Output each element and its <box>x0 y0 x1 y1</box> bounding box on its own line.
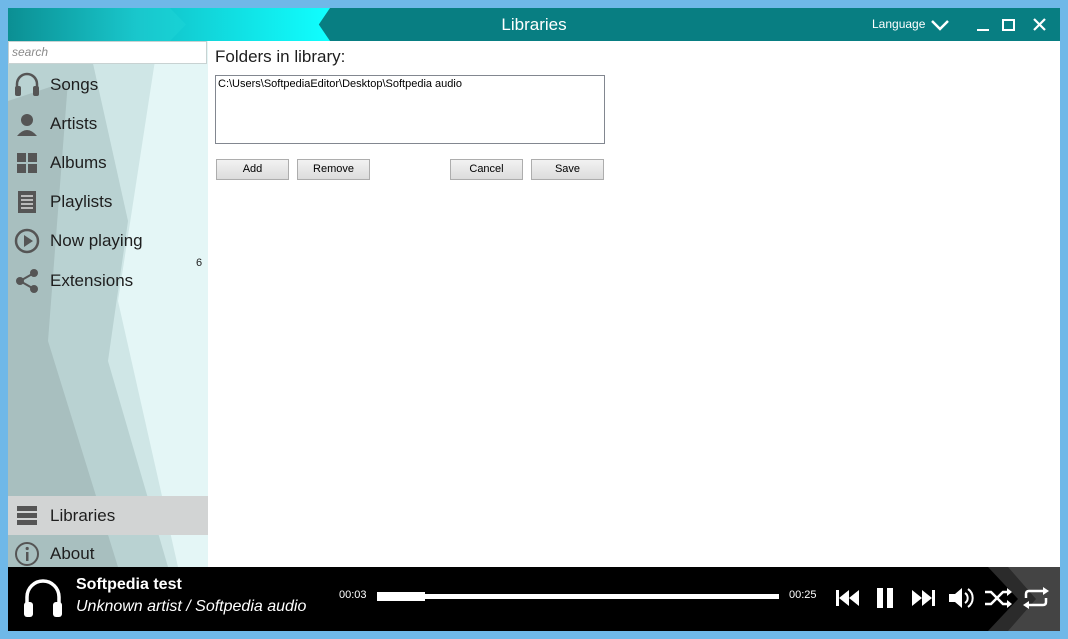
list-item[interactable]: C:\Users\SoftpediaEditor\Desktop\Softped… <box>218 78 462 90</box>
headphones-icon <box>15 72 39 96</box>
sidebar-item-label: Artists <box>50 114 98 133</box>
folders-listbox[interactable]: C:\Users\SoftpediaEditor\Desktop\Softped… <box>215 75 605 144</box>
search-input[interactable]: search <box>8 41 207 64</box>
sidebar-item-artists[interactable]: Artists <box>8 105 208 143</box>
track-title: Softpedia test <box>76 576 182 593</box>
add-button[interactable]: Add <box>216 159 289 180</box>
headphones-icon <box>24 579 62 617</box>
sidebar-item-label: Now playing <box>50 231 143 250</box>
maximize-icon[interactable] <box>1000 16 1018 34</box>
play-circle-icon <box>14 228 40 254</box>
sidebar-item-now-playing[interactable]: Now playing <box>8 222 208 260</box>
remove-button[interactable]: Remove <box>297 159 370 180</box>
sidebar-item-label: Libraries <box>50 506 116 525</box>
grid-icon <box>17 153 37 173</box>
sidebar-item-label: Playlists <box>50 192 113 211</box>
sidebar-item-about[interactable]: About <box>8 535 208 567</box>
repeat-icon[interactable] <box>1021 583 1051 613</box>
close-icon[interactable] <box>1031 16 1049 34</box>
previous-track-icon[interactable] <box>833 583 863 613</box>
total-time: 00:25 <box>789 589 817 601</box>
app-window: Libraries Language search Songs Artists … <box>8 8 1060 631</box>
sidebar-item-label: Albums <box>50 153 107 172</box>
chevron-down-icon[interactable] <box>930 18 950 32</box>
sidebar-item-libraries[interactable]: Libraries <box>8 496 208 535</box>
title-bar: Libraries Language <box>8 8 1060 41</box>
save-button[interactable]: Save <box>531 159 604 180</box>
sidebar-item-playlists[interactable]: Playlists <box>8 183 208 221</box>
sidebar: search Songs Artists Albums Playlists No… <box>8 41 208 567</box>
language-menu[interactable]: Language <box>872 8 925 41</box>
cancel-button[interactable]: Cancel <box>450 159 523 180</box>
shuffle-icon[interactable] <box>983 583 1013 613</box>
volume-icon[interactable] <box>946 583 976 613</box>
elapsed-time: 00:03 <box>339 589 367 601</box>
track-artist-album: Unknown artist / Softpedia audio <box>76 598 307 615</box>
minimize-icon[interactable] <box>974 16 992 34</box>
pause-icon[interactable] <box>870 583 900 613</box>
list-icon <box>18 191 36 213</box>
sidebar-item-albums[interactable]: Albums <box>8 144 208 182</box>
stack-icon <box>17 506 37 525</box>
sidebar-item-label: Songs <box>50 75 99 94</box>
progress-handle[interactable] <box>377 592 426 601</box>
page-title: Folders in library: <box>215 47 346 66</box>
sidebar-item-label: About <box>50 544 95 563</box>
sidebar-item-extensions[interactable]: Extensions <box>8 262 208 300</box>
sidebar-item-label: Extensions <box>50 271 134 290</box>
next-track-icon[interactable] <box>908 583 938 613</box>
player-bar: Softpedia test Unknown artist / Softpedi… <box>8 567 1060 631</box>
sidebar-item-songs[interactable]: Songs <box>8 66 208 104</box>
share-icon <box>16 269 38 293</box>
progress-bar[interactable] <box>377 594 779 599</box>
person-icon <box>17 114 37 136</box>
info-icon <box>15 542 39 566</box>
main-content: Folders in library: C:\Users\SoftpediaEd… <box>208 41 1060 567</box>
